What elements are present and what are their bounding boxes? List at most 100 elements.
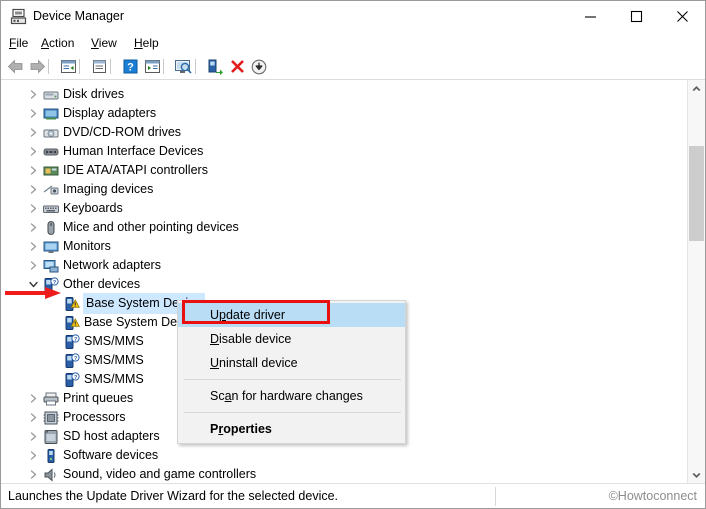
back-button[interactable] [5, 57, 25, 76]
tree-item-label: Keyboards [63, 201, 123, 215]
tree-item-label: Processors [63, 410, 126, 424]
menu-help[interactable]: Help [134, 35, 159, 51]
tree-item-label: SD host adapters [63, 429, 160, 443]
tree-item-sound-video-and-game-controllers[interactable]: Sound, video and game controllers [1, 465, 685, 484]
tree-item-label: Sound, video and game controllers [63, 467, 257, 481]
chevron-right-icon[interactable] [25, 218, 41, 237]
chevron-right-icon[interactable] [25, 180, 41, 199]
tree-item-label: Other devices [63, 277, 141, 291]
context-menu-item-label: Uninstall device [210, 356, 298, 370]
update-driver-button[interactable] [205, 57, 225, 76]
tree-item-display-adapters[interactable]: Display adapters [1, 104, 685, 123]
tree-item-label: Base System Devi [84, 315, 187, 329]
uninstall-button[interactable] [227, 57, 247, 76]
status-divider [495, 487, 496, 506]
chevron-right-icon[interactable] [25, 161, 41, 180]
toolbar: ? [1, 54, 705, 80]
scan-hardware-button[interactable] [173, 57, 193, 76]
tree-item-label: IDE ATA/ATAPI controllers [63, 163, 208, 177]
status-message: Launches the Update Driver Wizard for th… [8, 489, 339, 503]
toolbar-separator [163, 59, 164, 74]
speaker-icon [43, 467, 59, 483]
vertical-scrollbar[interactable] [687, 80, 705, 484]
network-adapter-icon [43, 258, 59, 274]
device-manager-window: Device Manager File Action View Help ? D… [0, 0, 706, 509]
tree-item-label: Mice and other pointing devices [63, 220, 239, 234]
forward-button[interactable] [27, 57, 47, 76]
tree-item-imaging-devices[interactable]: Imaging devices [1, 180, 685, 199]
window-title: Device Manager [33, 9, 125, 23]
tree-item-label: DVD/CD-ROM drives [63, 125, 182, 139]
close-button[interactable] [659, 1, 705, 32]
display-adapter-icon [43, 106, 59, 122]
tree-item-other-devices[interactable]: ? Other devices [1, 275, 685, 294]
tree-item-label: SMS/MMS [84, 353, 144, 367]
tree-item-human-interface-devices[interactable]: Human Interface Devices [1, 142, 685, 161]
scrollbar-thumb[interactable] [689, 146, 704, 241]
tree-item-network-adapters[interactable]: Network adapters [1, 256, 685, 275]
toolbar-separator [79, 59, 80, 74]
monitor-icon [43, 239, 59, 255]
toolbar-separator [195, 59, 196, 74]
chevron-right-icon[interactable] [25, 85, 41, 104]
tree-item-label: Print queues [63, 391, 134, 405]
context-menu-item-uninstall-device[interactable]: Uninstall device [178, 351, 405, 375]
printer-icon [43, 391, 59, 407]
chevron-right-icon[interactable] [25, 123, 41, 142]
context-menu-item-scan-for-hardware-changes[interactable]: Scan for hardware changes [178, 384, 405, 408]
chevron-right-icon[interactable] [25, 237, 41, 256]
software-device-icon [43, 448, 59, 464]
view-list-button[interactable] [142, 57, 162, 76]
chevron-right-icon[interactable] [25, 408, 41, 427]
unknown-device-icon: ? [43, 277, 59, 293]
chevron-right-icon[interactable] [25, 389, 41, 408]
context-menu-separator [184, 412, 401, 413]
tree-item-dvd-cd-rom-drives[interactable]: DVD/CD-ROM drives [1, 123, 685, 142]
context-menu-item-update-driver[interactable]: Update driver [178, 303, 405, 327]
menu-view[interactable]: View [91, 35, 117, 51]
scroll-up-icon[interactable] [688, 80, 705, 97]
context-menu-item-label: Disable device [210, 332, 292, 346]
minimize-button[interactable] [567, 1, 613, 32]
watermark-text: ©Howtoconnect [608, 489, 697, 503]
disk-drive-icon [43, 87, 59, 103]
tree-item-label: Software devices [63, 448, 159, 462]
show-hide-tree-button[interactable] [58, 57, 78, 76]
maximize-button[interactable] [613, 1, 659, 32]
svg-text:?: ? [127, 62, 134, 74]
context-menu[interactable]: Update driver Disable device Uninstall dev… [177, 300, 406, 444]
disable-button[interactable] [249, 57, 269, 76]
context-menu-item-disable-device[interactable]: Disable device [178, 327, 405, 351]
tree-item-label: Monitors [63, 239, 111, 253]
chevron-right-icon[interactable] [25, 427, 41, 446]
keyboard-icon [43, 201, 59, 217]
chevron-right-icon[interactable] [25, 142, 41, 161]
chevron-right-icon[interactable] [25, 199, 41, 218]
tree-item-label: Disk drives [63, 87, 125, 101]
menu-action[interactable]: Action [41, 35, 74, 51]
chevron-right-icon[interactable] [25, 465, 41, 484]
ide-controller-icon [43, 163, 59, 179]
chevron-right-icon[interactable] [25, 256, 41, 275]
tree-item-mice-and-other-pointing-devices[interactable]: Mice and other pointing devices [1, 218, 685, 237]
tree-item-ide-ata-atapi-controllers[interactable]: IDE ATA/ATAPI controllers [1, 161, 685, 180]
chevron-right-icon[interactable] [25, 104, 41, 123]
warning-device-icon [64, 315, 80, 331]
tree-item-label: Display adapters [63, 106, 157, 120]
help-button[interactable]: ? [120, 57, 140, 76]
scroll-down-icon[interactable] [688, 467, 705, 484]
processor-icon [43, 410, 59, 426]
title-bar: Device Manager [1, 1, 705, 32]
properties-button[interactable] [89, 57, 109, 76]
status-bar: Launches the Update Driver Wizard for th… [1, 483, 705, 508]
chevron-right-icon[interactable] [25, 446, 41, 465]
tree-item-keyboards[interactable]: Keyboards [1, 199, 685, 218]
context-menu-item-label: Scan for hardware changes [210, 389, 363, 403]
chevron-down-icon[interactable] [25, 275, 41, 294]
tree-item-disk-drives[interactable]: Disk drives [1, 85, 685, 104]
context-menu-item-properties[interactable]: Properties [178, 417, 405, 441]
tree-item-monitors[interactable]: Monitors [1, 237, 685, 256]
menu-file[interactable]: File [9, 35, 28, 51]
context-menu-item-label: Properties [210, 422, 272, 436]
tree-item-software-devices[interactable]: Software devices [1, 446, 685, 465]
